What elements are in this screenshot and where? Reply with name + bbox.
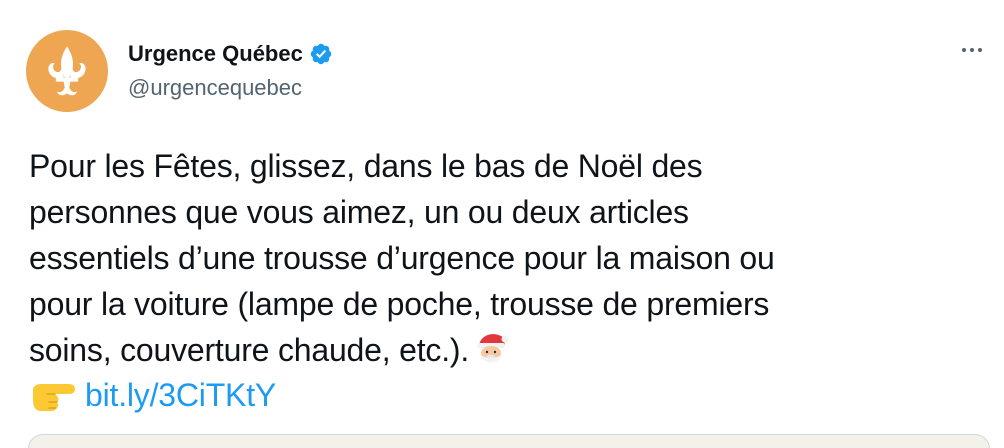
more-dot — [978, 48, 982, 52]
santa-icon — [477, 334, 509, 363]
verified-badge-icon — [310, 43, 332, 65]
avatar[interactable] — [26, 30, 108, 112]
tweet-line: Pour les Fêtes, glissez, dans le bas de … — [29, 148, 703, 184]
more-dot — [970, 48, 974, 52]
more-horizontal-icon — [962, 48, 966, 52]
more-options-button[interactable] — [952, 36, 992, 64]
tweet-line-last: soins, couverture chaude, etc.). — [29, 327, 989, 373]
tweet-link[interactable]: bit.ly/3CiTKtY — [85, 377, 276, 414]
tweet-link-row: bit.ly/3CiTKtY — [29, 372, 276, 418]
fleur-de-lis-icon — [48, 46, 86, 96]
author-handle[interactable]: @urgencequebec — [128, 75, 302, 101]
backhand-index-pointing-right-icon — [33, 384, 75, 411]
tweet-line: pour la voiture (lampe de poche, trousse… — [29, 286, 770, 322]
tweet-text: Pour les Fêtes, glissez, dans le bas de … — [29, 143, 989, 373]
tweet-line-text: soins, couverture chaude, etc.). — [29, 332, 470, 368]
tweet-line: personnes que vous aimez, un ou deux art… — [29, 194, 689, 230]
author-display-name[interactable]: Urgence Québec — [128, 41, 303, 67]
author-name-row: Urgence Québec — [128, 39, 333, 69]
tweet-line: essentiels d’une trousse d’urgence pour … — [29, 240, 775, 276]
link-preview-card[interactable] — [28, 434, 990, 448]
